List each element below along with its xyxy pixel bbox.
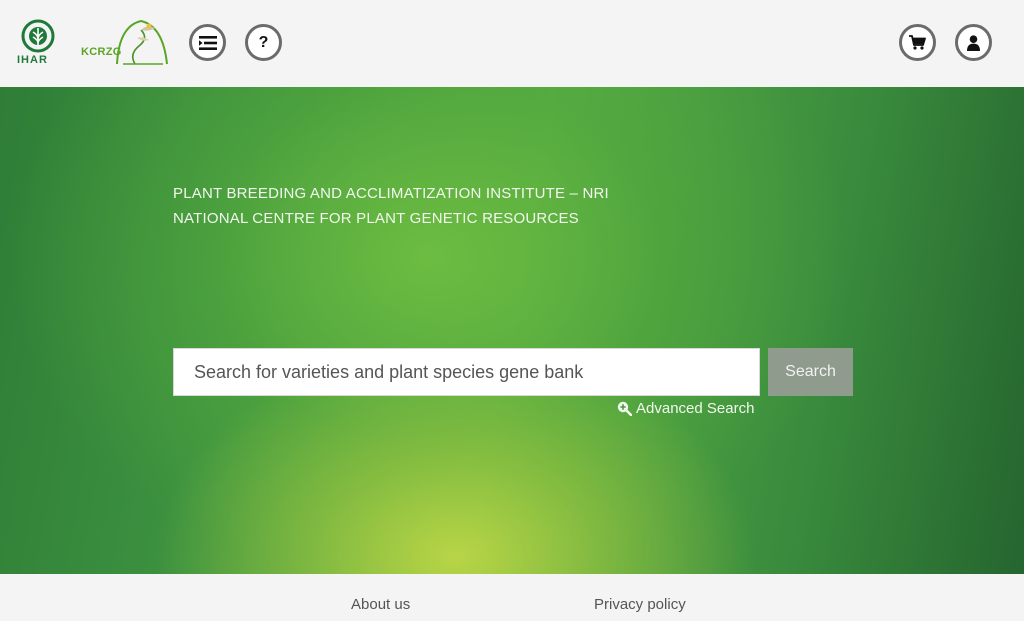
ihar-logo[interactable]: IHAR bbox=[14, 18, 64, 66]
cart-icon bbox=[909, 35, 926, 50]
top-header: IHAR KCRZG ? bbox=[0, 0, 1024, 87]
question-icon: ? bbox=[258, 33, 269, 51]
kcrzg-logo[interactable]: KCRZG bbox=[79, 18, 171, 66]
user-icon bbox=[967, 34, 980, 51]
zoom-in-icon bbox=[617, 401, 632, 416]
page-footer: About us Privacy policy bbox=[0, 574, 1024, 621]
search-button[interactable]: Search bbox=[768, 348, 853, 396]
ihar-logo-text: IHAR bbox=[17, 54, 48, 64]
hero-banner: PLANT BREEDING AND ACCLIMATIZATION INSTI… bbox=[0, 87, 1024, 574]
advanced-search-link[interactable]: Advanced Search bbox=[617, 400, 754, 417]
user-account-button[interactable] bbox=[955, 24, 992, 61]
kcrzg-logo-text: KCRZG bbox=[81, 46, 122, 58]
about-us-link[interactable]: About us bbox=[351, 596, 410, 613]
advanced-search-label: Advanced Search bbox=[636, 400, 755, 417]
privacy-policy-link[interactable]: Privacy policy bbox=[594, 596, 686, 613]
menu-button[interactable] bbox=[189, 24, 226, 61]
centre-name: NATIONAL CENTRE FOR PLANT GENETIC RESOUR… bbox=[173, 210, 579, 227]
search-input[interactable] bbox=[173, 348, 760, 396]
menu-list-icon bbox=[198, 35, 217, 50]
help-button[interactable]: ? bbox=[245, 24, 282, 61]
cart-button[interactable] bbox=[899, 24, 936, 61]
institute-name: PLANT BREEDING AND ACCLIMATIZATION INSTI… bbox=[173, 185, 609, 202]
